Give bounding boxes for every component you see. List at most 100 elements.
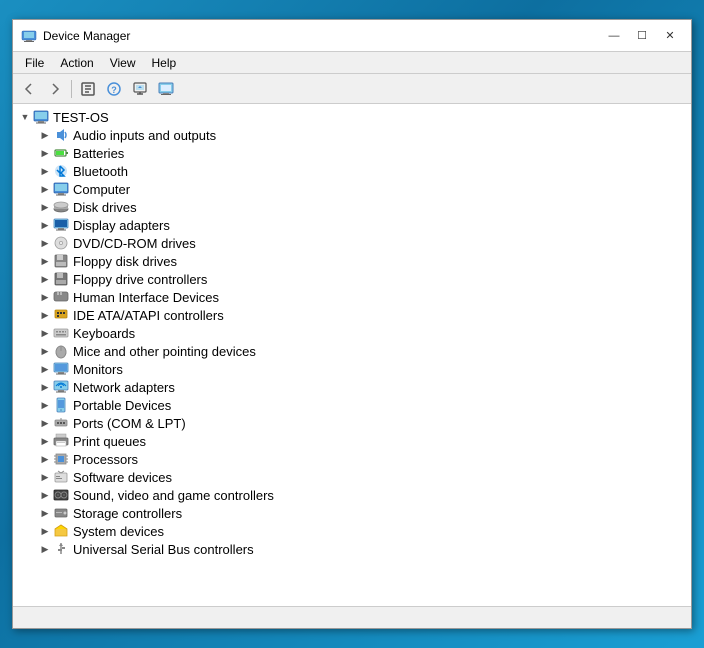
display-label: Display adapters — [73, 219, 170, 232]
bluetooth-label: Bluetooth — [73, 165, 128, 178]
menu-file[interactable]: File — [17, 54, 52, 72]
processors-label: Processors — [73, 453, 138, 466]
storage-expand-icon — [37, 505, 53, 521]
processors-expand-icon — [37, 451, 53, 467]
ide-icon — [53, 307, 69, 323]
tree-item-ide[interactable]: IDE ATA/ATAPI controllers — [37, 306, 687, 324]
device-tree: TEST-OS Audio inputs and outputs — [17, 108, 687, 558]
keyboards-expand-icon — [37, 325, 53, 341]
ports-expand-icon — [37, 415, 53, 431]
tree-item-disk[interactable]: Disk drives — [37, 198, 687, 216]
tree-item-usb[interactable]: Universal Serial Bus controllers — [37, 540, 687, 558]
tree-item-bluetooth[interactable]: Bluetooth — [37, 162, 687, 180]
forward-button[interactable] — [43, 77, 67, 101]
menu-action[interactable]: Action — [52, 54, 101, 72]
processors-icon — [53, 451, 69, 467]
status-bar — [13, 606, 691, 628]
floppy2-expand-icon — [37, 271, 53, 287]
maximize-button[interactable]: ☐ — [629, 26, 655, 46]
hid-expand-icon — [37, 289, 53, 305]
tree-item-dvd[interactable]: DVD/CD-ROM drives — [37, 234, 687, 252]
root-item[interactable]: TEST-OS — [17, 108, 687, 126]
content-area[interactable]: TEST-OS Audio inputs and outputs — [13, 104, 691, 606]
portable-expand-icon — [37, 397, 53, 413]
tree-item-print[interactable]: Print queues — [37, 432, 687, 450]
storage-icon — [53, 505, 69, 521]
system-icon — [53, 523, 69, 539]
menu-view[interactable]: View — [102, 54, 144, 72]
software-icon — [53, 469, 69, 485]
minimize-button[interactable]: — — [601, 26, 627, 46]
display-icon — [53, 217, 69, 233]
tree-item-display[interactable]: Display adapters — [37, 216, 687, 234]
tree-item-keyboards[interactable]: Keyboards — [37, 324, 687, 342]
bluetooth-expand-icon — [37, 163, 53, 179]
sound-icon — [53, 487, 69, 503]
batteries-label: Batteries — [73, 147, 124, 160]
main-window: Device Manager — ☐ ✕ File Action View He… — [12, 19, 692, 629]
tree-item-system[interactable]: System devices — [37, 522, 687, 540]
ports-icon — [53, 415, 69, 431]
root-computer-icon — [33, 109, 49, 125]
tree-item-ports[interactable]: Ports (COM & LPT) — [37, 414, 687, 432]
computer-icon — [53, 181, 69, 197]
scan-button[interactable] — [128, 77, 152, 101]
tree-item-hid[interactable]: Human Interface Devices — [37, 288, 687, 306]
sound-expand-icon — [37, 487, 53, 503]
tree-item-processors[interactable]: Processors — [37, 450, 687, 468]
display-expand-icon — [37, 217, 53, 233]
close-button[interactable]: ✕ — [657, 26, 683, 46]
hid-icon — [53, 289, 69, 305]
hid-label: Human Interface Devices — [73, 291, 219, 304]
properties-button[interactable] — [76, 77, 100, 101]
print-icon — [53, 433, 69, 449]
computer-label: Computer — [73, 183, 130, 196]
tree-item-software[interactable]: Software devices — [37, 468, 687, 486]
tree-item-floppy[interactable]: Floppy disk drives — [37, 252, 687, 270]
tree-item-portable[interactable]: Portable Devices — [37, 396, 687, 414]
svg-text:?: ? — [111, 85, 117, 95]
tree-item-network[interactable]: Network adapters — [37, 378, 687, 396]
mice-expand-icon — [37, 343, 53, 359]
audio-label: Audio inputs and outputs — [73, 129, 216, 142]
window-title: Device Manager — [43, 29, 601, 43]
usb-icon — [53, 541, 69, 557]
usb-label: Universal Serial Bus controllers — [73, 543, 254, 556]
dvd-icon — [53, 235, 69, 251]
title-bar: Device Manager — ☐ ✕ — [13, 20, 691, 52]
tree-item-audio[interactable]: Audio inputs and outputs — [37, 126, 687, 144]
keyboards-label: Keyboards — [73, 327, 135, 340]
floppy2-icon — [53, 271, 69, 287]
computer-expand-icon — [37, 181, 53, 197]
software-expand-icon — [37, 469, 53, 485]
keyboards-icon — [53, 325, 69, 341]
toolbar: ? — [13, 74, 691, 104]
menu-help[interactable]: Help — [144, 54, 185, 72]
print-expand-icon — [37, 433, 53, 449]
root-label: TEST-OS — [53, 111, 109, 124]
separator-1 — [71, 80, 72, 98]
tree-item-computer[interactable]: Computer — [37, 180, 687, 198]
tree-item-monitors[interactable]: Monitors — [37, 360, 687, 378]
monitors-icon — [53, 361, 69, 377]
tree-item-sound[interactable]: Sound, video and game controllers — [37, 486, 687, 504]
disk-label: Disk drives — [73, 201, 137, 214]
audio-expand-icon — [37, 127, 53, 143]
help-button[interactable]: ? — [102, 77, 126, 101]
dvd-expand-icon — [37, 235, 53, 251]
tree-item-batteries[interactable]: Batteries — [37, 144, 687, 162]
monitors-expand-icon — [37, 361, 53, 377]
system-expand-icon — [37, 523, 53, 539]
tree-item-floppy2[interactable]: Floppy drive controllers — [37, 270, 687, 288]
back-button[interactable] — [17, 77, 41, 101]
monitors-label: Monitors — [73, 363, 123, 376]
tree-item-storage[interactable]: Storage controllers — [37, 504, 687, 522]
audio-icon — [53, 127, 69, 143]
network-icon — [53, 379, 69, 395]
tree-item-mice[interactable]: Mice and other pointing devices — [37, 342, 687, 360]
floppy-icon — [53, 253, 69, 269]
floppy-expand-icon — [37, 253, 53, 269]
storage-label: Storage controllers — [73, 507, 182, 520]
mice-label: Mice and other pointing devices — [73, 345, 256, 358]
monitor-icon[interactable] — [154, 77, 178, 101]
